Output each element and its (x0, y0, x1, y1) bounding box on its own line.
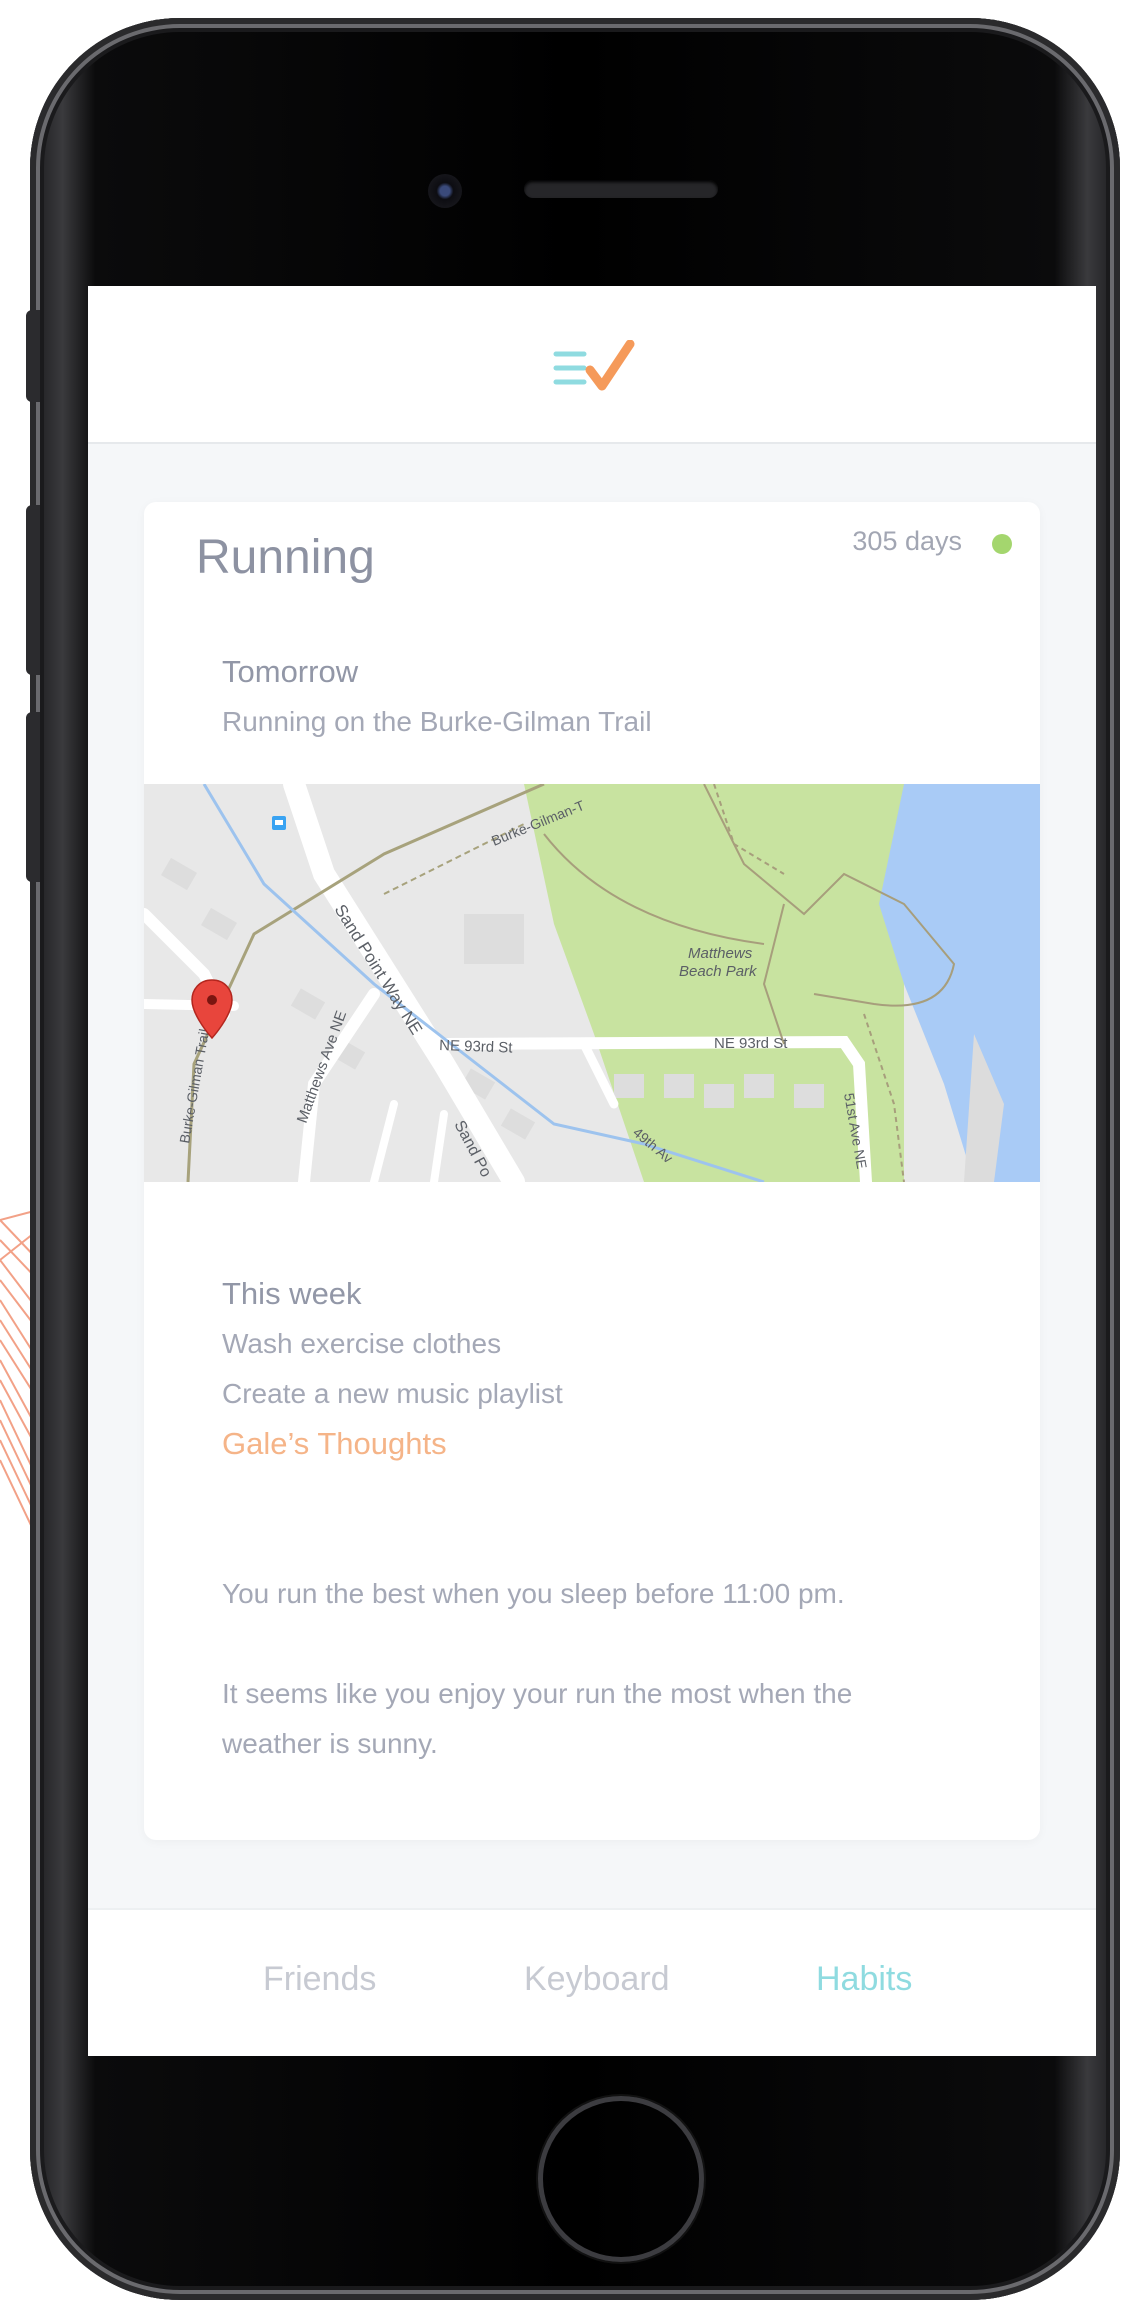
tab-habits[interactable]: Habits (816, 1960, 912, 1999)
app-header (88, 286, 1096, 444)
thought-line-3: weather is sunny. (222, 1728, 438, 1759)
map-label-park-2: Beach Park (679, 963, 758, 980)
tomorrow-item: Running on the Burke-Gilman Trail (222, 706, 652, 737)
tab-friends[interactable]: Friends (263, 1960, 376, 1999)
route-map[interactable]: Burke-Gilman-T Sand Point Way NE Matthew… (144, 784, 1040, 1182)
thoughts-heading: Gale’s Thoughts (222, 1426, 447, 1461)
map-label-ne93-left: NE 93rd St (439, 1037, 514, 1057)
earpiece-speaker (524, 180, 718, 198)
mute-switch (26, 310, 40, 402)
habit-card[interactable]: Running 305 days Tomorrow Running on the… (144, 502, 1040, 1840)
habit-title: Running (196, 531, 375, 584)
streak-status-dot (992, 534, 1012, 554)
volume-up-button (26, 505, 40, 675)
streak-count: 305 days (852, 526, 962, 556)
bottom-tab-bar: Friends Keyboard Habits (88, 1908, 1096, 2056)
app-screen: Running 305 days Tomorrow Running on the… (88, 286, 1096, 2056)
map-label-ne93-right: NE 93rd St (714, 1035, 788, 1052)
thought-line-1: You run the best when you sleep before 1… (222, 1578, 845, 1609)
tomorrow-heading: Tomorrow (222, 654, 359, 689)
map-label-park-1: Matthews (688, 945, 753, 962)
front-camera (428, 174, 462, 208)
week-item-1: Wash exercise clothes (222, 1328, 502, 1359)
thought-line-2: It seems like you enjoy your run the mos… (222, 1678, 853, 1709)
week-item-2: Create a new music playlist (222, 1378, 563, 1409)
volume-down-button (26, 712, 40, 882)
tab-keyboard[interactable]: Keyboard (524, 1960, 670, 1999)
home-button[interactable] (538, 2096, 704, 2262)
this-week-heading: This week (222, 1276, 362, 1311)
menu-check-logo-icon[interactable] (550, 340, 636, 396)
